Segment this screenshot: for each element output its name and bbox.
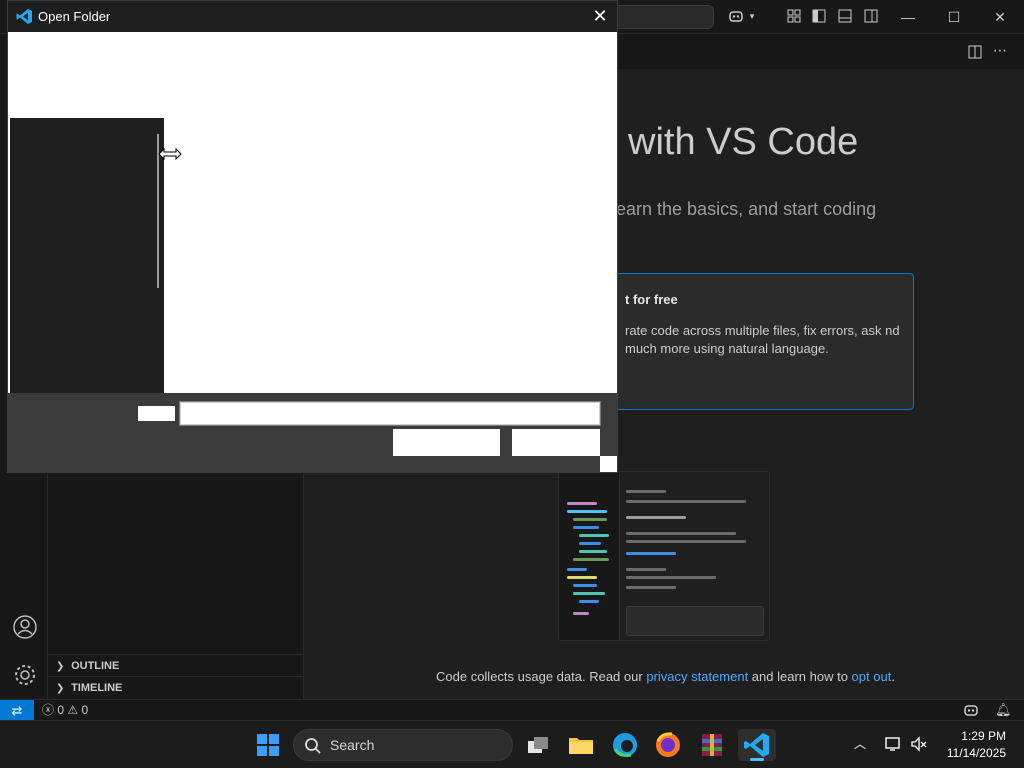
vscode-logo-icon [16,8,33,25]
chevron-right-icon: ❯ [56,683,65,694]
close-icon[interactable]: ✕ [588,5,612,27]
privacy-statement-link[interactable]: privacy statement [646,669,748,684]
copilot-walkthrough-card[interactable]: t for free rate code across multiple fil… [604,273,914,410]
outline-section-header[interactable]: ❯ OUTLINE [48,654,304,676]
dialog-title-bar: Open Folder ✕ [8,1,617,32]
outline-label: OUTLINE [71,660,120,672]
dialog-content-area [8,32,617,393]
timeline-section-header[interactable]: ❯ TIMELINE [48,676,304,698]
file-explorer-icon[interactable] [565,729,597,761]
footer-text-2: and learn how to [748,669,852,684]
status-bar: ⇄ ⓧ 0 ⚠ 0 🔔︎ [0,699,1024,721]
firefox-icon[interactable] [652,729,684,761]
copilot-icon[interactable] [728,8,744,24]
maximize-button[interactable]: ☐ [931,0,977,34]
toggle-secondary-sidebar-icon[interactable] [863,8,879,24]
dialog-footer [8,393,617,472]
resize-cursor-icon [158,147,182,161]
copilot-preview-image [558,471,770,641]
minimize-button[interactable]: — [885,0,931,34]
clock-date[interactable]: 11/14/2025 [938,746,1006,760]
open-folder-dialog: Open Folder ✕ [7,0,618,473]
error-icon: ⓧ [42,703,55,717]
card-body: rate code across multiple files, fix err… [625,323,900,356]
windows-taskbar: Search ︿ 1:29 PM 11/14/2025 [0,720,1024,768]
footer-text-3: . [891,669,895,684]
gear-icon[interactable] [12,662,36,686]
edge-browser-icon[interactable] [609,729,641,761]
footer-text-1: Code collects usage data. Read our [436,669,647,684]
taskbar-search[interactable]: Search [293,729,513,761]
timeline-label: TIMELINE [71,682,123,694]
close-window-button[interactable]: ✕ [977,0,1023,34]
select-folder-button[interactable] [393,429,500,456]
remote-indicator-icon[interactable]: ⇄ [0,700,34,721]
clock-time[interactable]: 1:29 PM [952,729,1006,743]
toggle-panel-icon[interactable] [837,8,853,24]
more-actions-icon[interactable]: ⋯ [993,42,1009,58]
volume-muted-icon[interactable] [910,735,928,753]
folder-name-input[interactable] [179,401,601,426]
resize-grip[interactable] [600,456,617,472]
accounts-icon[interactable] [12,614,37,639]
card-title: t for free [625,292,678,307]
warning-icon: ⚠ [67,703,79,717]
welcome-title: with VS Code [628,121,859,163]
network-icon[interactable] [884,735,902,753]
split-editor-icon[interactable] [967,44,983,60]
chevron-right-icon: ❯ [56,661,65,672]
chat-panel-preview [619,472,769,640]
vscode-taskbar-icon[interactable] [738,729,776,761]
error-count: 0 [57,703,65,717]
toggle-primary-sidebar-icon[interactable] [811,8,827,24]
search-icon [304,737,322,755]
chevron-down-icon[interactable]: ▾ [744,8,760,24]
folder-label [138,406,175,421]
customize-layout-icon[interactable] [786,8,802,24]
copilot-status-icon[interactable] [963,702,979,718]
winrar-icon[interactable] [696,729,728,761]
opt-out-link[interactable]: opt out [852,669,892,684]
navigation-pane[interactable] [10,118,164,393]
problems-indicator[interactable]: ⓧ 0 ⚠ 0 [42,700,88,721]
bell-icon[interactable]: 🔔︎ [995,702,1012,718]
welcome-subtitle: earn the basics, and start coding [616,199,877,219]
telemetry-notice: Code collects usage data. Read our priva… [436,669,895,684]
warning-count: 0 [81,703,89,717]
cancel-button[interactable] [512,429,600,456]
search-label: Search [330,737,375,753]
windows-start-icon[interactable] [252,729,284,761]
task-view-icon[interactable] [522,729,554,761]
chevron-up-icon[interactable]: ︿ [854,735,870,751]
dialog-title: Open Folder [38,9,111,24]
